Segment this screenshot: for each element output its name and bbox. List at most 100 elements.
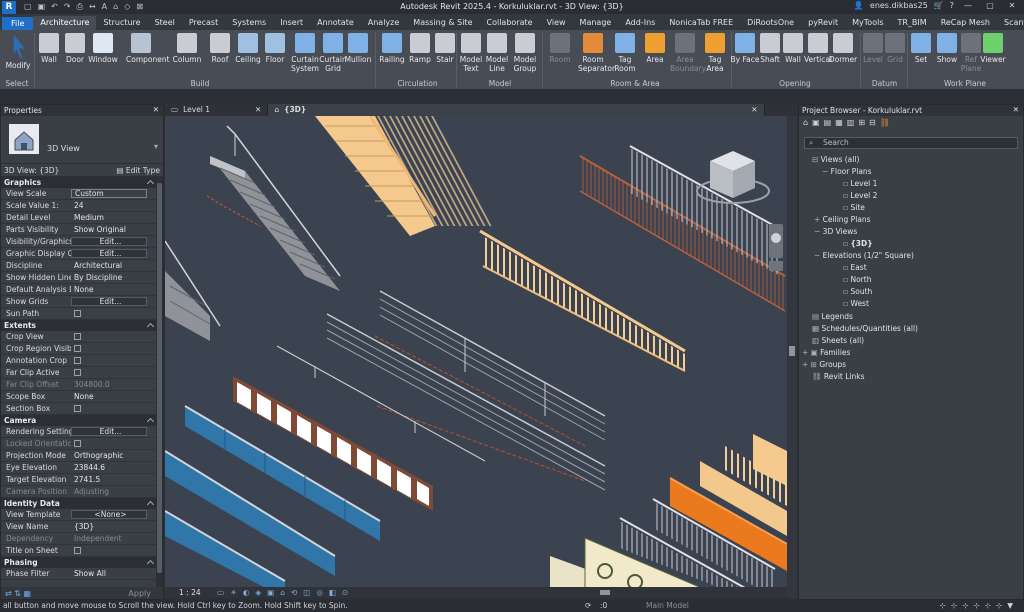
close-icon[interactable]: ✕ [1004,1,1020,10]
tab-steel[interactable]: Steel [148,16,182,30]
property-value[interactable]: 24 [71,200,157,211]
west-item[interactable]: ▫ West [843,299,869,308]
close-icon[interactable]: ✕ [255,104,261,116]
property-value[interactable]: Edit... [71,249,147,258]
tab-scantobims-com[interactable]: ScantoBims.com [997,16,1024,30]
properties-help-icon[interactable]: ⇄ ⇅ ▦ [5,589,31,598]
room-button[interactable]: Room [545,33,575,64]
tab-architecture[interactable]: Architecture [33,16,97,30]
wooden-balustrade-long[interactable] [479,229,686,372]
curtain-system-button[interactable]: Curtain System [290,33,320,73]
checkbox[interactable] [74,333,81,340]
3d-viewport[interactable] [165,116,787,598]
property-value[interactable]: <None> [71,510,147,519]
browser-search-input[interactable]: ⌕ Search [804,137,1018,149]
help-icon[interactable]: ? [950,1,954,10]
tab-analyze[interactable]: Analyze [361,16,407,30]
close-icon[interactable]: ✕ [1013,105,1019,114]
area-boundary-button[interactable]: Area Boundary [670,33,706,73]
tab-3d[interactable]: ⌂ {3D} ✕ [268,104,765,116]
ceiling-button[interactable]: Ceiling [233,33,263,64]
schedules-node[interactable]: ▦ Schedules/Quantities (all) [812,324,918,333]
tab-massing-site[interactable]: Massing & Site [406,16,479,30]
horizontal-scrollbar[interactable] [600,587,787,598]
concrete-stair-1[interactable] [206,125,341,291]
tab-pyrevit[interactable]: pyRevit [801,16,845,30]
property-value[interactable] [71,308,157,319]
view-control-icons[interactable]: ▭☀◐◈▣⌂⟲◫◎◧⊙ [217,588,354,597]
tab-file[interactable]: File [2,17,34,30]
property-value[interactable]: None [71,391,157,402]
dormer-button[interactable]: Dormer [828,33,858,64]
tab-precast[interactable]: Precast [182,16,225,30]
property-value[interactable] [71,403,157,414]
property-value[interactable]: 23844.6 [71,462,157,473]
property-value[interactable]: Show Original [71,224,157,235]
tag-room-button[interactable]: Tag Room [610,33,640,73]
wooden-stair[interactable] [315,116,494,236]
property-value[interactable]: None [71,284,157,295]
user-name[interactable]: enes.dikbas25 [870,1,928,10]
scrollbar-thumb[interactable] [789,346,795,356]
checkbox[interactable] [74,405,81,412]
minimize-icon[interactable]: — [960,1,976,10]
property-value[interactable] [71,331,157,342]
section-graphics[interactable]: Graphics [1,177,157,188]
worksets-icon[interactable]: ⟳ [585,600,591,612]
tab-systems[interactable]: Systems [225,16,273,30]
property-value[interactable] [71,343,157,354]
handrail-thin[interactable] [276,345,486,462]
property-value[interactable] [71,438,157,449]
property-value[interactable]: Edit... [71,237,147,246]
steel-railing-horizontal[interactable] [374,290,606,447]
maximize-icon[interactable]: ▢ [982,1,998,10]
3d-view-item[interactable]: ▫ {3D} [843,239,873,248]
properties-scrollbar[interactable] [156,177,163,587]
checkbox[interactable] [74,310,81,317]
tag-area-button[interactable]: Tag Area [700,33,730,73]
model-line-button[interactable]: Model Line [482,33,512,73]
design-option[interactable]: Main Model [646,600,689,612]
browser-tool-icon[interactable]: ▦ [835,118,843,128]
browser-tool-icon[interactable]: ▥ [847,118,855,128]
tab-annotate[interactable]: Annotate [310,16,361,30]
property-value[interactable] [71,355,157,366]
close-icon[interactable]: ✕ [751,104,757,116]
revit-links-node[interactable]: ⛓ Revit Links [812,372,865,381]
browser-tool-icon[interactable]: ▤ [824,118,832,128]
railing-button[interactable]: Railing [377,33,407,64]
blue-glass-railing-2[interactable] [165,450,336,576]
component-button[interactable]: Component [126,33,170,64]
tab-level-1[interactable]: ▭ Level 1 ✕ [165,104,269,116]
tab-tr-bim[interactable]: TR_BIM [890,16,933,30]
floor-button[interactable]: Floor [260,33,290,64]
property-value[interactable]: Orthographic [71,450,157,461]
glass-panel-railing[interactable] [233,376,433,511]
tab-dirootsone[interactable]: DiRootsOne [740,16,801,30]
selection-filter-icons[interactable]: ⊹⊹⊹⊹⊹⊹▼ [940,600,1018,612]
groups-node[interactable]: + ⊞ Groups [802,360,846,369]
families-node[interactable]: + ▣ Families [802,348,850,357]
apply-button[interactable]: Apply [128,589,159,598]
elevations-node[interactable]: − Elevations (1/2" Square) [814,251,914,260]
section-phasing[interactable]: Phasing [1,557,157,568]
tab-nonicatab-free[interactable]: NonicaTab FREE [662,16,740,30]
tab-manage[interactable]: Manage [573,16,619,30]
concrete-stair-2[interactable] [165,240,221,341]
checkbox[interactable] [74,369,81,376]
checkbox[interactable] [74,357,81,364]
link-icon[interactable]: ⛓ [880,118,890,128]
level-1-item[interactable]: ▫ Level 1 [843,179,877,188]
tab-structure[interactable]: Structure [96,16,147,30]
section-extents[interactable]: Extents [1,320,157,331]
user-icon[interactable]: 👤 [854,1,864,10]
checkbox[interactable] [74,547,81,554]
property-value[interactable]: Show All [71,568,157,579]
property-value[interactable]: 304800.0 [71,379,157,390]
viewport-scrollbar-vertical[interactable] [787,116,797,598]
area-button[interactable]: Area [640,33,670,64]
ceiling-plans-node[interactable]: + Ceiling Plans [814,215,871,224]
tab-add-ins[interactable]: Add-Ins [618,16,662,30]
property-value[interactable]: 2741.5 [71,474,157,485]
browser-tool-icon[interactable]: ⌂ [803,118,808,128]
